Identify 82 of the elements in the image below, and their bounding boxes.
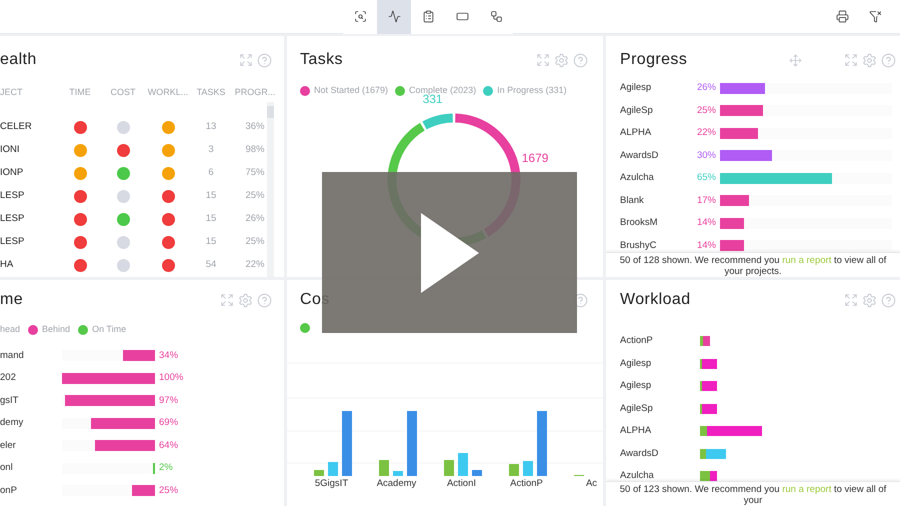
time-value: 34%	[159, 348, 178, 363]
progress-value: 75%	[244, 166, 266, 180]
time-value: 69%	[159, 416, 178, 430]
time-value: 97%	[159, 394, 178, 408]
progress-value: 14%	[696, 238, 716, 252]
axis-label: ActionP	[509, 477, 544, 491]
project-name: AwardsD	[620, 148, 660, 163]
column-header: TASKS	[196, 86, 226, 99]
project-name: AgileSp	[620, 104, 654, 118]
project-name: ALPHA	[620, 424, 652, 438]
task-count: 15	[204, 212, 218, 226]
project-name: LESP	[0, 234, 26, 249]
project-name: Azulcha	[620, 469, 655, 481]
progress-value: 65%	[696, 171, 716, 186]
project-name: Blank	[620, 194, 645, 208]
legend-label: Not Started (1679)	[314, 84, 388, 97]
project-name: 202	[0, 371, 17, 386]
axis-label: ActionI	[446, 477, 478, 491]
time-value: 25%	[159, 484, 178, 498]
project-name: BrooksM	[620, 216, 658, 230]
time-value: 2%	[159, 461, 173, 476]
project-name: LESP	[0, 212, 26, 226]
axis-label: 5GigsIT	[314, 477, 350, 491]
project-name: AgileSp	[620, 402, 654, 416]
panel-title: Tasks	[300, 50, 343, 70]
project-name: Agilesp	[620, 379, 652, 394]
progress-value: 14%	[696, 216, 716, 230]
task-count: 13	[204, 120, 218, 134]
progress-value: 17%	[696, 194, 716, 208]
progress-value: 98%	[244, 142, 266, 157]
project-name: demy	[0, 416, 24, 430]
legend-label: head	[0, 323, 20, 336]
project-name: HA	[0, 258, 14, 272]
project-name: ActionP	[620, 334, 654, 348]
data-label: 1679	[521, 150, 548, 165]
project-name: Agilesp	[620, 356, 652, 371]
column-header: WORKL...	[146, 86, 190, 99]
project-name: BrushyC	[620, 238, 658, 252]
project-name: AwardsD	[620, 446, 660, 461]
column-header: COST	[109, 86, 136, 99]
progress-value: 25%	[696, 104, 716, 118]
project-name: mand	[0, 348, 25, 363]
progress-value: 26%	[696, 81, 716, 96]
column-header: PROGR...	[234, 86, 276, 99]
project-name: Agilesp	[620, 81, 652, 96]
project-name: IONP	[0, 166, 24, 180]
project-name: LESP	[0, 188, 26, 203]
task-count: 54	[204, 258, 218, 272]
task-count: 15	[204, 234, 218, 249]
legend-label: In Progress (331)	[497, 84, 567, 97]
progress-value: 26%	[244, 212, 266, 226]
panel-title: me	[0, 290, 24, 310]
notice-text: 50 of 128 shown. We recommend you run a report to view all of your projects.	[618, 255, 888, 277]
project-name: gsIT	[0, 394, 20, 408]
time-value: 100%	[159, 371, 184, 386]
panel-title: ealth	[0, 50, 37, 70]
project-name: eler	[0, 438, 17, 453]
panel-title: Progress	[620, 50, 688, 70]
progress-value: 25%	[244, 188, 266, 203]
axis-label: Academy	[376, 477, 418, 491]
legend-label: On Time	[92, 323, 126, 336]
legend-label: Behind	[42, 323, 70, 336]
task-count: 15	[204, 188, 218, 203]
project-name: onl	[0, 461, 14, 476]
progress-value: 22%	[696, 126, 716, 140]
project-name: ALPHA	[620, 126, 652, 140]
progress-value: 25%	[244, 234, 266, 249]
panel-title: Workload	[620, 290, 690, 310]
project-name: CELER	[0, 120, 33, 134]
project-name: onP	[0, 484, 18, 498]
column-header: JECT	[0, 86, 24, 99]
progress-value: 30%	[696, 148, 716, 163]
notice-text: 50 of 123 shown. We recommend you run a report to view all of your	[618, 484, 888, 506]
progress-value: 22%	[244, 258, 266, 272]
task-count: 6	[207, 166, 215, 180]
time-value: 64%	[159, 438, 178, 453]
project-name: IONI	[0, 142, 21, 157]
axis-label: Ac	[584, 477, 598, 491]
progress-value: 36%	[244, 120, 266, 134]
task-count: 3	[207, 142, 215, 157]
column-header: TIME	[68, 86, 92, 99]
project-name: Azulcha	[620, 171, 655, 186]
